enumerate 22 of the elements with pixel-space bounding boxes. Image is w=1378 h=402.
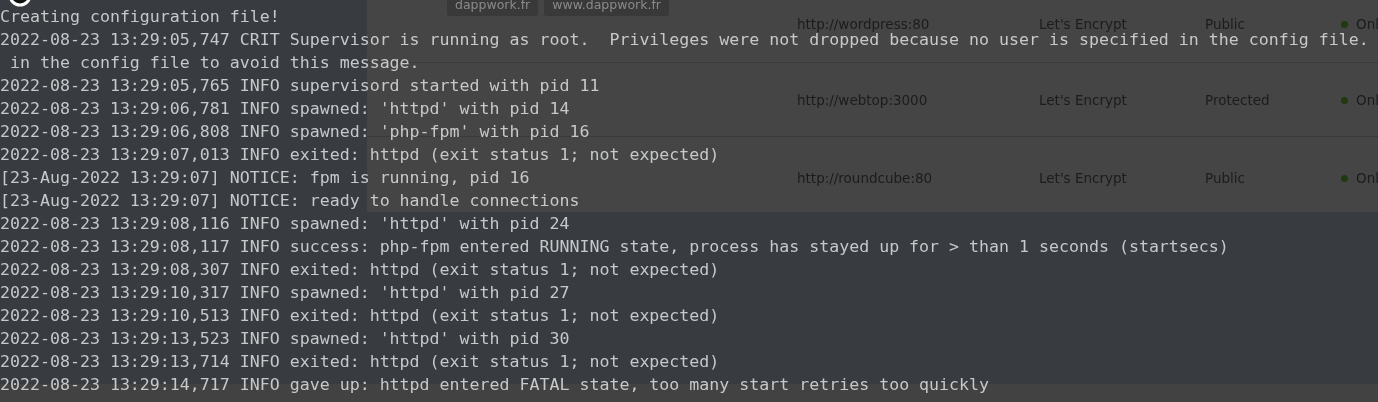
terminal-line: 2022-08-23 13:29:07,013 INFO exited: httpd (exit status 1; not expected)	[0, 147, 720, 163]
terminal-line: 2022-08-23 13:29:13,714 INFO exited: httpd (exit status 1; not expected)	[0, 354, 720, 370]
terminal-line: 2022-08-23 13:29:06,808 INFO spawned: 'php-fpm' with pid 16	[0, 124, 590, 140]
terminal-line: 2022-08-23 13:29:08,116 INFO spawned: 'httpd' with pid 24	[0, 216, 570, 232]
terminal-line: 2022-08-23 13:29:13,523 INFO spawned: 'httpd' with pid 30	[0, 331, 570, 347]
terminal-line: Creating configuration file!	[0, 9, 280, 25]
terminal-line: 2022-08-23 13:29:08,117 INFO success: php-fpm entered RUNNING state, process has stayed up for > than 1 seconds (startsecs)	[0, 239, 1229, 255]
terminal-line: 2022-08-23 13:29:14,717 INFO gave up: httpd entered FATAL state, too many start retries too quickly	[0, 377, 990, 393]
terminal-line: [23-Aug-2022 13:29:07] NOTICE: fpm is running, pid 16	[0, 170, 530, 186]
terminal-line: 2022-08-23 13:29:08,307 INFO exited: httpd (exit status 1; not expected)	[0, 262, 720, 278]
terminal-line: 2022-08-23 13:29:05,747 CRIT Supervisor is running as root. Privileges were not dropped because no user is specified in the config file.	[0, 32, 1369, 48]
domain-tag: dappwork.fr	[447, 0, 539, 16]
terminal-line: 2022-08-23 13:29:10,317 INFO spawned: 'httpd' with pid 27	[0, 285, 570, 301]
terminal-line: in the config file to avoid this message.	[9, 55, 420, 71]
domain-tag: www.dappwork.fr	[544, 0, 669, 16]
terminal-line: 2022-08-23 13:29:05,765 INFO supervisord started with pid 11	[0, 78, 600, 94]
terminal-line: [23-Aug-2022 13:29:07] NOTICE: ready to handle connections	[0, 193, 580, 209]
status-dot	[1341, 174, 1348, 182]
status-dot	[1341, 96, 1348, 104]
status-dot	[1341, 20, 1348, 28]
terminal-line: 2022-08-23 13:29:06,781 INFO spawned: 'httpd' with pid 14	[0, 101, 570, 117]
terminal-line: 2022-08-23 13:29:10,513 INFO exited: httpd (exit status 1; not expected)	[0, 308, 720, 324]
